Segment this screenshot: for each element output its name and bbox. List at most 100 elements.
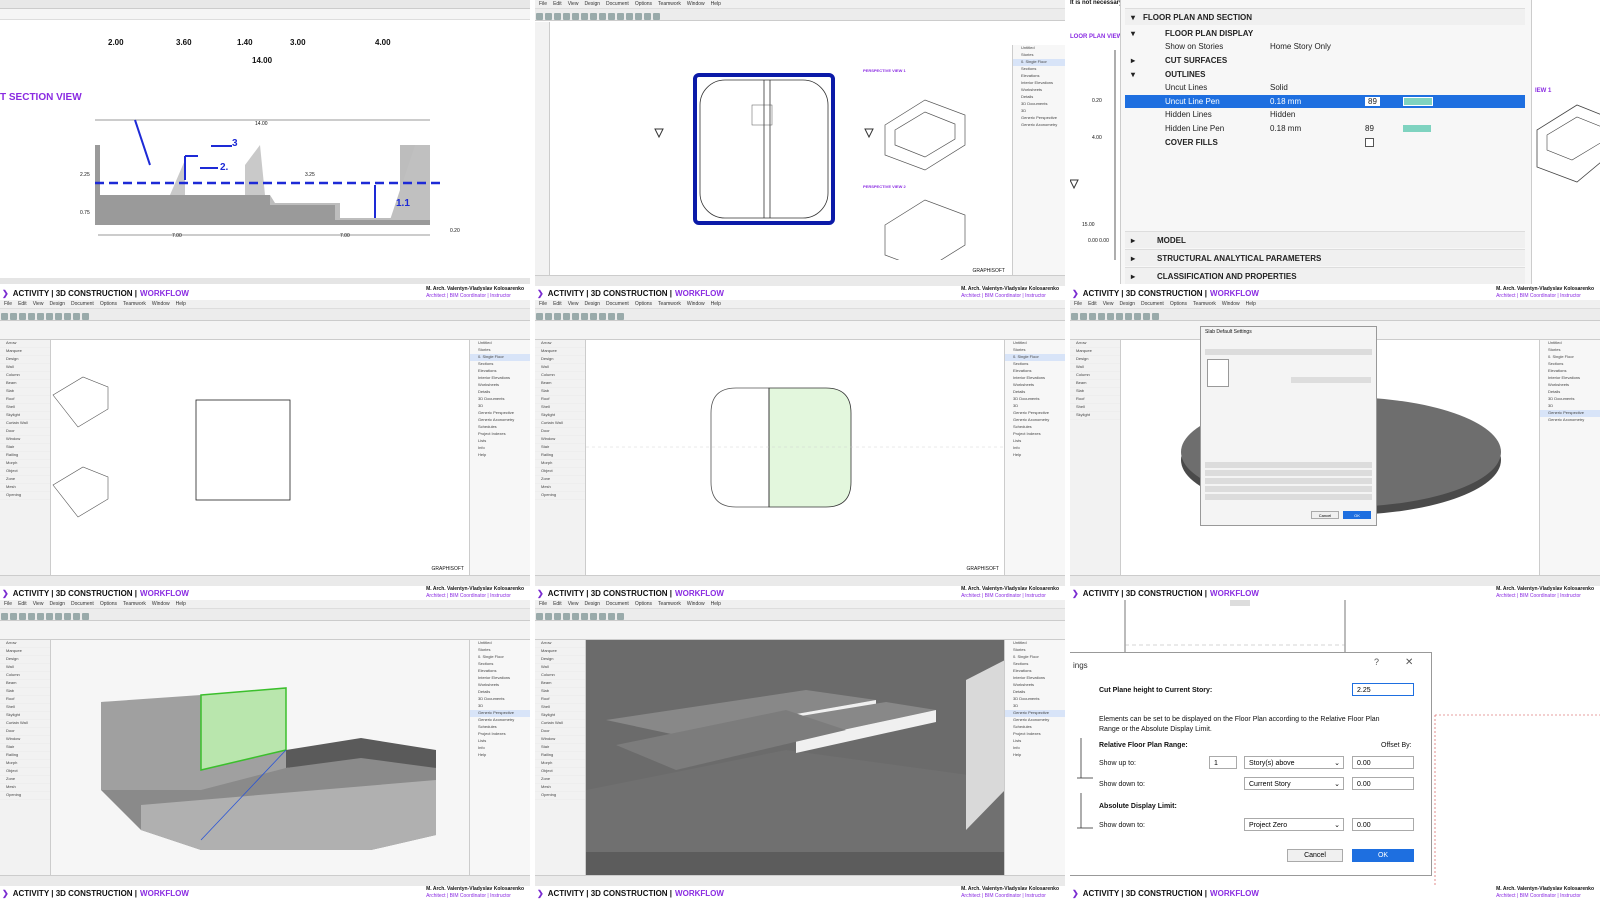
pdf-toolbar (0, 9, 530, 20)
show-on-stories-row[interactable]: Show on Stories Home Story Only (1125, 40, 1525, 53)
geometry-section-header[interactable] (1205, 349, 1372, 355)
standard-toolbar[interactable] (535, 309, 1065, 321)
cut-plane-dialog[interactable]: ings ? ✕ Cut Plane height to Current Sto… (1070, 652, 1432, 876)
section-row[interactable] (1205, 478, 1372, 484)
floor-plan-canvas[interactable] (550, 45, 1013, 276)
tile-section-drawing: 2.00 3.60 1.40 3.00 4.00 14.00 T SECTION… (0, 0, 530, 300)
section-row[interactable] (1205, 486, 1372, 492)
navigator-panel[interactable]: Untitled Stories 0. Single Floor Sections El… (1539, 340, 1600, 576)
abs-offset-input[interactable]: 0.00 (1352, 818, 1414, 831)
section-structural[interactable]: ▸ STRUCTURAL ANALYTICAL PARAMETERS (1125, 249, 1525, 266)
show-up-count-input[interactable]: 1 (1209, 756, 1237, 769)
menu-bar[interactable]: File Edit View Design Document Options Teamwor… (535, 300, 1065, 309)
footer-author: M. Arch. Valentyn-Vladyslav Kolosarenko A… (426, 286, 524, 299)
show-down-select[interactable]: Current Story ⌄ (1244, 777, 1344, 790)
section-floor-plan-and-section[interactable]: ▾ FLOOR PLAN AND SECTION (1125, 8, 1525, 25)
section-view-label: T SECTION VIEW (0, 92, 82, 103)
perspective-drawing-right (1536, 104, 1600, 183)
info-box[interactable] (0, 321, 530, 340)
toolbox[interactable] (535, 22, 550, 276)
slab-preview (1207, 359, 1229, 387)
show-up-offset-input[interactable]: 0.00 (1352, 756, 1414, 769)
standard-toolbar[interactable] (535, 9, 1065, 21)
chevron-down-icon: ⌄ (1334, 822, 1340, 829)
menu-bar[interactable]: File Edit View Design Document Options Teamwor… (535, 0, 1065, 9)
section-row[interactable] (1205, 494, 1372, 500)
floor-plan-canvas[interactable] (51, 340, 469, 576)
3d-canvas[interactable] (51, 640, 469, 876)
footer-workflow: WORKFLOW (140, 288, 189, 298)
abs-select[interactable]: Project Zero ⌄ (1244, 818, 1344, 831)
perspective-label-2: PERSPECTIVE VIEW 2 (863, 184, 906, 189)
toolbox[interactable]: Arrow Marquee Design Wall Column Beam Slab Roof… (0, 640, 51, 876)
standard-toolbar[interactable] (0, 609, 530, 621)
close-icon[interactable]: ✕ (1405, 657, 1413, 668)
info-box[interactable] (535, 621, 1065, 640)
slab-svg (586, 387, 1005, 508)
standard-toolbar[interactable] (1070, 309, 1600, 321)
floor-plan-display-group[interactable]: ▾ FLOOR PLAN DISPLAY (1125, 27, 1525, 40)
menu-bar[interactable]: File Edit View Design Document Options Teamwor… (0, 600, 530, 609)
3d-canvas[interactable] (586, 640, 1005, 876)
cover-fills-checkbox[interactable] (1365, 138, 1374, 147)
footer: ❯ ACTIVITY | 3D CONSTRUCTION | WORKFLOW … (1070, 886, 1600, 900)
info-box[interactable] (0, 621, 530, 640)
slab-settings-dialog[interactable]: Slab Default Settings Cancel OK (1200, 326, 1377, 526)
show-up-select[interactable]: Story(s) above ⌄ (1244, 756, 1344, 769)
floor-plan-canvas[interactable] (586, 340, 1005, 576)
navigator-panel[interactable]: Untitled Stories 0. Single Floor Sections El… (1004, 640, 1065, 876)
cut-plane-input[interactable]: 2.25 (1352, 683, 1414, 696)
abs-show-down-to-label: Show down to: (1099, 822, 1145, 829)
dim-bottom-1: 7.00 (172, 233, 182, 239)
footer: ❯ ACTIVITY | 3D CONSTRUCTION | WORKFLOW … (0, 586, 530, 600)
offset-by-label: Offset By: (1381, 742, 1412, 749)
navigator-panel[interactable]: Untitled Stories 0. Single Floor Sections El… (1012, 45, 1065, 276)
section-model[interactable]: ▸ MODEL (1125, 231, 1525, 248)
navigator-panel[interactable]: Untitled Stories 0. Single Floor Sections El… (469, 340, 530, 576)
footer: ❯ ACTIVITY | 3D CONSTRUCTION | WORKFLOW … (535, 586, 1065, 600)
footer: ❯ ACTIVITY | 3D CONSTRUCTION | WORKFLOW … (0, 286, 530, 300)
ok-button[interactable]: OK (1352, 849, 1414, 862)
hidden-lines-row[interactable]: Hidden Lines Hidden (1125, 108, 1525, 121)
menu-bar[interactable]: File Edit View Design Document Options Teamwor… (0, 300, 530, 309)
3d-walls-svg (101, 687, 436, 850)
dim-left-2: 0.75 (80, 210, 90, 216)
status-bar (1070, 575, 1600, 586)
chevron-right-icon: ❯ (1072, 288, 1079, 298)
info-box[interactable] (535, 321, 1065, 340)
help-button[interactable]: ? (1374, 657, 1379, 667)
status-bar (535, 275, 1065, 286)
hidden-line-pen-row[interactable]: Hidden Line Pen 0.18 mm 89 (1125, 122, 1525, 135)
toolbox[interactable]: Arrow Marquee Design Wall Column Beam Slab Roof… (535, 640, 586, 876)
section-classification[interactable]: ▸ CLASSIFICATION AND PROPERTIES (1125, 267, 1525, 284)
cancel-button[interactable]: Cancel (1311, 511, 1339, 519)
graphisoft-logo: GRAPHISOFT (431, 566, 464, 572)
description-text: Elements can be set to be displayed on t… (1099, 716, 1380, 733)
ok-button[interactable]: OK (1343, 511, 1371, 519)
navigator-panel[interactable]: Untitled Stories 0. Single Floor Sections El… (469, 640, 530, 876)
cover-fills-row[interactable]: COVER FILLS (1125, 136, 1525, 149)
navigator-panel[interactable]: Untitled Stories 0. Single Floor Sections El… (1004, 340, 1065, 576)
section-row[interactable] (1205, 470, 1372, 476)
toolbox[interactable]: Arrow Marquee Design Wall Column Beam Slab Roof… (1070, 340, 1121, 576)
structure-select[interactable] (1291, 377, 1371, 383)
standard-toolbar[interactable] (535, 609, 1065, 621)
outlines-group[interactable]: ▾ OUTLINES (1125, 68, 1525, 81)
toolbox[interactable]: Arrow Marquee Design Wall Column Beam Slab Roof… (0, 340, 51, 576)
annotation-2: 2. (220, 162, 229, 173)
menu-bar[interactable]: File Edit View Design Document Options Teamwor… (1070, 300, 1600, 309)
show-down-offset-input[interactable]: 0.00 (1352, 777, 1414, 790)
dim-top-5: 4.00 (375, 38, 391, 47)
section-row[interactable] (1205, 462, 1372, 468)
cut-surfaces-group[interactable]: ▸ CUT SURFACES (1125, 54, 1525, 67)
uncut-line-pen-row[interactable]: Uncut Line Pen 0.18 mm 89 (1125, 95, 1525, 108)
footer: ❯ ACTIVITY | 3D CONSTRUCTION | WORKFLOW … (1070, 286, 1600, 300)
standard-toolbar[interactable] (0, 309, 530, 321)
scrollbar-horizontal[interactable] (0, 278, 530, 284)
menu-bar[interactable]: File Edit View Design Document Options Teamwor… (535, 600, 1065, 609)
browser-tabbar (0, 0, 530, 9)
toolbox[interactable]: Arrow Marquee Design Wall Column Beam Slab Roof… (535, 340, 586, 576)
uncut-lines-row[interactable]: Uncut Lines Solid (1125, 81, 1525, 94)
absolute-limit-label: Absolute Display Limit: (1099, 803, 1177, 810)
cancel-button[interactable]: Cancel (1287, 849, 1343, 862)
